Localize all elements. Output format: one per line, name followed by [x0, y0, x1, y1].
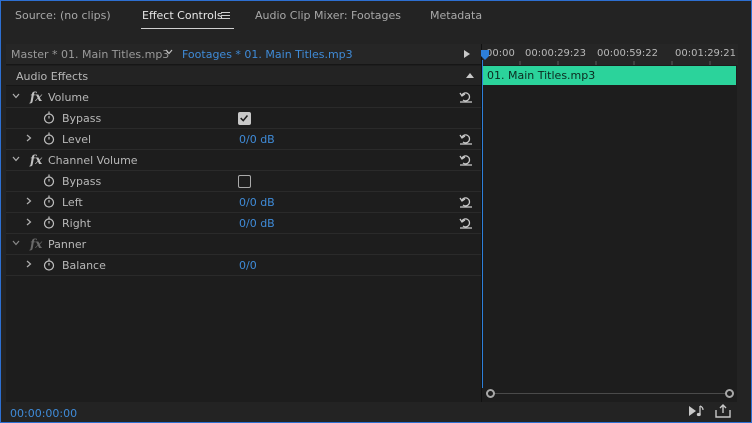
- effect-controls-panel: Master * 01. Main Titles.mp3 Footages * …: [6, 44, 481, 402]
- chevron-right-icon[interactable]: [25, 134, 33, 142]
- panel-menu-icon[interactable]: [221, 12, 230, 20]
- chevron-down-icon[interactable]: [12, 92, 20, 100]
- effect-name: Volume: [48, 91, 89, 104]
- playhead-line[interactable]: [482, 60, 483, 388]
- ruler-marks: [519, 61, 711, 65]
- right-value[interactable]: 0/0 dB: [239, 217, 275, 230]
- effect-controls-window: Source: (no clips) Effect Controls Audio…: [0, 0, 752, 423]
- stopwatch-icon[interactable]: [43, 132, 55, 145]
- collapse-up-icon[interactable]: [466, 73, 474, 78]
- reset-icon[interactable]: [459, 153, 473, 166]
- tab-effect-controls[interactable]: Effect Controls: [142, 9, 223, 22]
- chevron-right-icon[interactable]: [25, 260, 33, 268]
- effect-row-channel-volume: fx Channel Volume: [6, 150, 481, 171]
- sequence-clip-label[interactable]: Footages * 01. Main Titles.mp3: [182, 48, 353, 61]
- play-audio-icon[interactable]: [687, 404, 705, 418]
- fx-icon[interactable]: fx: [30, 90, 42, 104]
- param-label: Right: [62, 217, 91, 230]
- audio-effects-header: Audio Effects: [6, 66, 481, 86]
- panel-tab-bar: Source: (no clips) Effect Controls Audio…: [1, 1, 751, 33]
- fx-icon[interactable]: fx: [30, 237, 42, 251]
- param-label: Left: [62, 196, 83, 209]
- param-row-bypass: Bypass: [6, 171, 481, 192]
- effect-timeline: 00:00 00:00:29:23 00:00:59:22 00:01:29:2…: [481, 44, 738, 402]
- reset-icon[interactable]: [459, 216, 473, 229]
- stopwatch-icon[interactable]: [43, 216, 55, 229]
- clip-label: 01. Main Titles.mp3: [487, 69, 596, 82]
- param-row-balance: Balance 0/0: [6, 255, 481, 276]
- tab-audio-clip-mixer[interactable]: Audio Clip Mixer: Footages: [255, 9, 401, 22]
- zoom-scrollbar[interactable]: [486, 389, 734, 399]
- master-clip-label[interactable]: Master * 01. Main Titles.mp3: [11, 48, 169, 61]
- stopwatch-icon[interactable]: [43, 111, 55, 124]
- balance-value[interactable]: 0/0: [239, 259, 257, 272]
- param-label: Level: [62, 133, 92, 146]
- stopwatch-icon[interactable]: [43, 258, 55, 271]
- tab-metadata[interactable]: Metadata: [430, 9, 482, 22]
- effect-row-panner: fx Panner: [6, 234, 481, 255]
- time-ruler[interactable]: 00:00 00:00:29:23 00:00:59:22 00:01:29:2…: [482, 44, 738, 65]
- left-value[interactable]: 0/0 dB: [239, 196, 275, 209]
- fx-icon[interactable]: fx: [30, 153, 42, 167]
- ruler-tick: 00:01:29:21: [675, 48, 737, 59]
- reset-icon[interactable]: [459, 195, 473, 208]
- ruler-tick: 00:00: [486, 48, 515, 59]
- stopwatch-icon[interactable]: [43, 195, 55, 208]
- checkmark-icon: [240, 115, 249, 122]
- param-label: Bypass: [62, 175, 102, 188]
- param-row-right: Right 0/0 dB: [6, 213, 481, 234]
- param-row-left: Left 0/0 dB: [6, 192, 481, 213]
- ruler-tick: 00:00:59:22: [597, 48, 659, 59]
- toggle-timeline-icon[interactable]: [464, 50, 470, 58]
- param-row-bypass: Bypass: [6, 108, 481, 129]
- chevron-down-icon[interactable]: [12, 239, 20, 247]
- reset-icon[interactable]: [459, 132, 473, 145]
- bypass-checkbox[interactable]: [238, 112, 251, 125]
- tab-source[interactable]: Source: (no clips): [15, 9, 111, 22]
- effect-row-volume: fx Volume: [6, 87, 481, 108]
- source-bar: Master * 01. Main Titles.mp3 Footages * …: [6, 44, 481, 65]
- reset-icon[interactable]: [459, 90, 473, 103]
- export-icon[interactable]: [714, 404, 732, 418]
- ruler-tick: 00:00:29:23: [525, 48, 587, 59]
- chevron-down-icon[interactable]: [165, 48, 173, 56]
- active-tab-underline: [141, 28, 234, 29]
- effect-name: Channel Volume: [48, 154, 138, 167]
- param-label: Balance: [62, 259, 106, 272]
- audio-clip[interactable]: 01. Main Titles.mp3: [483, 66, 736, 85]
- chevron-right-icon[interactable]: [25, 197, 33, 205]
- bypass-checkbox[interactable]: [238, 175, 251, 188]
- scrollbar-right-handle[interactable]: [725, 389, 734, 398]
- scrollbar-left-handle[interactable]: [486, 389, 495, 398]
- chevron-down-icon[interactable]: [12, 155, 20, 163]
- scrollbar-track[interactable]: [492, 393, 728, 394]
- stopwatch-icon[interactable]: [43, 174, 55, 187]
- param-label: Bypass: [62, 112, 102, 125]
- chevron-right-icon[interactable]: [25, 218, 33, 226]
- effect-name: Panner: [48, 238, 87, 251]
- section-label: Audio Effects: [16, 70, 89, 83]
- current-timecode[interactable]: 00:00:00:00: [10, 407, 77, 420]
- param-row-level: Level 0/0 dB: [6, 129, 481, 150]
- level-value[interactable]: 0/0 dB: [239, 133, 275, 146]
